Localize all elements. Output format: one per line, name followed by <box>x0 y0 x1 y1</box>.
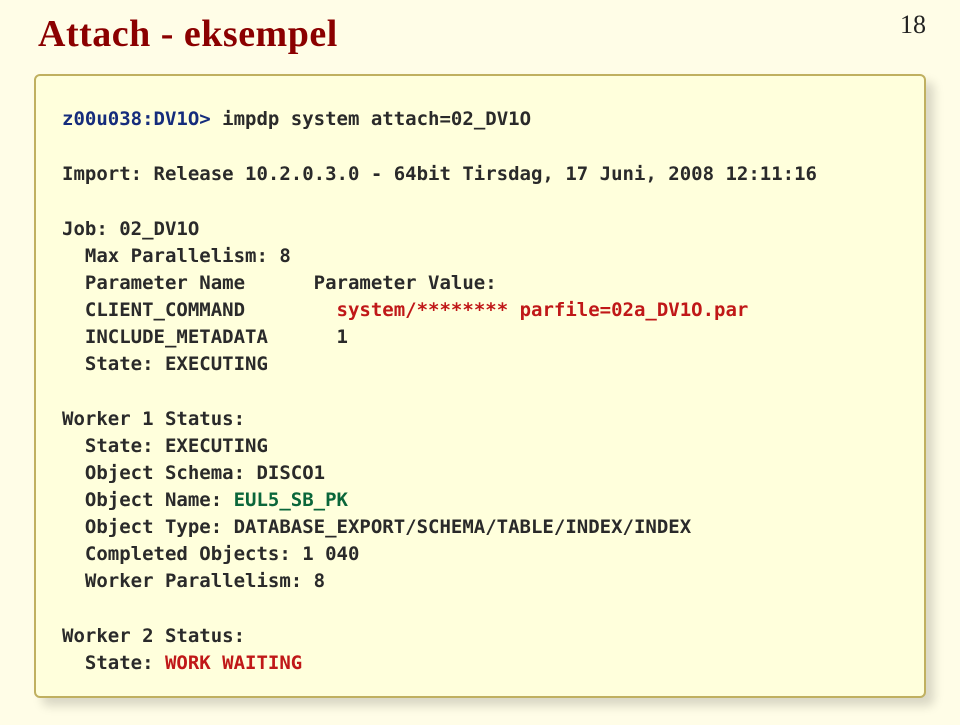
job-state: State: EXECUTING <box>62 351 898 378</box>
worker-1-parallel: Worker Parallelism: 8 <box>62 568 898 595</box>
worker-1-object-type: Object Type: DATABASE_EXPORT/SCHEMA/TABL… <box>62 514 898 541</box>
param-name: CLIENT_COMMAND <box>62 299 337 321</box>
job-param-row-1: CLIENT_COMMAND system/******** parfile=0… <box>62 297 898 324</box>
job-param-row-2: INCLUDE_METADATA 1 <box>62 324 898 351</box>
worker-1-completed: Completed Objects: 1 040 <box>62 541 898 568</box>
worker-1-state: State: EXECUTING <box>62 433 898 460</box>
job-label: Job: 02_DV1O <box>62 216 898 243</box>
worker-1-object-name: Object Name: EUL5_SB_PK <box>62 487 898 514</box>
worker-1-schema: Object Schema: DISCO1 <box>62 460 898 487</box>
state-value: WORK WAITING <box>165 652 302 674</box>
worker-2-state: State: WORK WAITING <box>62 650 898 677</box>
worker-2-title: Worker 2 Status: <box>62 623 898 650</box>
object-name-value: EUL5_SB_PK <box>234 489 348 511</box>
object-name-label: Object Name: <box>62 489 234 511</box>
worker-1-title: Worker 1 Status: <box>62 406 898 433</box>
slide-title: Attach - eksempel <box>38 12 338 56</box>
page-number: 18 <box>900 10 926 40</box>
title-bar: Attach - eksempel 18 <box>38 12 922 56</box>
terminal-panel: z00u038:DV1O> impdp system attach=02_DV1… <box>34 74 926 698</box>
release-line: Import: Release 10.2.0.3.0 - 64bit Tirsd… <box>62 161 898 188</box>
shell-prompt: z00u038:DV1O> <box>62 108 222 130</box>
job-param-header: Parameter Name Parameter Value: <box>62 270 898 297</box>
command-line: z00u038:DV1O> impdp system attach=02_DV1… <box>62 106 898 133</box>
job-max-parallel: Max Parallelism: 8 <box>62 243 898 270</box>
state-label: State: <box>62 652 165 674</box>
job-block: Job: 02_DV1O Max Parallelism: 8 Paramete… <box>62 216 898 378</box>
shell-command: impdp system attach=02_DV1O <box>222 108 531 130</box>
worker-1-block: Worker 1 Status: State: EXECUTING Object… <box>62 406 898 595</box>
worker-2-block: Worker 2 Status: State: WORK WAITING <box>62 623 898 677</box>
param-value: system/******** parfile=02a_DV1O.par <box>337 299 749 321</box>
